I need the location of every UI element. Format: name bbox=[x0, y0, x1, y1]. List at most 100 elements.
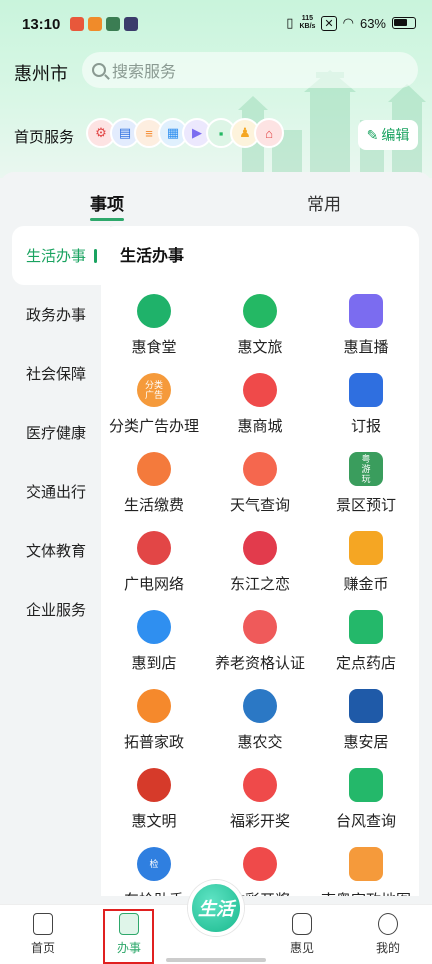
nav-home[interactable]: 首页 bbox=[13, 913, 73, 956]
edit-label: 编辑 bbox=[381, 127, 410, 143]
live-play-icon bbox=[346, 292, 386, 329]
search-input[interactable]: 搜索服务 bbox=[82, 52, 418, 88]
sports-lottery-icon-shape bbox=[243, 846, 277, 881]
home-indicator[interactable] bbox=[166, 958, 266, 962]
car-inspection-icon: 检 bbox=[134, 845, 174, 882]
scenic-booking-icon-shape: 粤 游 玩 bbox=[349, 451, 383, 486]
smile-face-icon bbox=[378, 913, 398, 935]
service-label: 赚金币 bbox=[343, 576, 389, 593]
service-item[interactable]: 惠直播 bbox=[313, 292, 419, 357]
service-item[interactable]: 生活缴费 bbox=[101, 450, 207, 515]
service-label: 惠文明 bbox=[131, 813, 177, 830]
typhoon-icon-shape bbox=[349, 767, 383, 802]
civilization-badge-icon bbox=[134, 766, 174, 803]
service-item[interactable]: 南粤家政地图 bbox=[313, 845, 419, 896]
pharmacy-icon-shape bbox=[349, 609, 383, 644]
service-item[interactable]: 惠文明 bbox=[101, 766, 207, 831]
live-play-icon-shape bbox=[349, 293, 383, 328]
tab-items[interactable]: 事项 bbox=[90, 190, 124, 221]
sidebar-item-health[interactable]: 医疗健康 bbox=[0, 403, 110, 462]
nav-label: 首页 bbox=[30, 941, 55, 955]
nav-life-center-button[interactable]: 生活 bbox=[188, 880, 244, 936]
service-item[interactable]: 惠农交 bbox=[207, 687, 313, 752]
newspaper-icon bbox=[346, 371, 386, 408]
service-item[interactable]: 定点药店 bbox=[313, 608, 419, 673]
services-panel: 生活办事 惠食堂 惠文旅 惠直播 分类 广告 分类广告办理 惠商城 订报 生活缴费 天气查询粤 … bbox=[101, 226, 419, 896]
weather-icon-shape bbox=[243, 451, 277, 486]
battery-percent: 63% bbox=[359, 15, 386, 31]
sidebar-item-enterprise[interactable]: 企业服务 bbox=[0, 580, 110, 639]
service-item[interactable]: 惠到店 bbox=[101, 608, 207, 673]
status-right: ▯ 115 KB/s ✕ ◠ 63% bbox=[286, 15, 416, 31]
city-selector[interactable]: 惠州市 bbox=[14, 60, 68, 86]
service-item[interactable]: 养老资格认证 bbox=[207, 608, 313, 673]
classified-ads-icon: 分类 广告 bbox=[134, 371, 174, 408]
service-item[interactable]: 赚金币 bbox=[313, 529, 419, 594]
service-item[interactable]: 粤 游 玩景区预订 bbox=[313, 450, 419, 515]
service-item[interactable]: 分类 广告分类广告办理 bbox=[101, 371, 207, 436]
housekeeping-icon-shape bbox=[137, 688, 171, 723]
tab-common[interactable]: 常用 bbox=[307, 190, 341, 215]
pharmacy-icon bbox=[346, 608, 386, 645]
sidebar-item-social-security[interactable]: 社会保障 bbox=[0, 344, 110, 403]
service-item[interactable]: 台风查询 bbox=[313, 766, 419, 831]
service-item[interactable]: 拓普家政 bbox=[101, 687, 207, 752]
home-services-icons[interactable]: ⚙ ▤ ≡ ▦ ▶ ▪ ♟ ⌂ bbox=[86, 118, 284, 148]
sidebar-item-label: 生活办事 bbox=[26, 248, 87, 265]
heart-logo-icon bbox=[240, 529, 280, 566]
service-item[interactable]: 检车检助手 bbox=[101, 845, 207, 896]
car-inspection-icon-shape: 检 bbox=[137, 846, 171, 881]
service-item[interactable]: 惠商城 bbox=[207, 371, 313, 436]
nav-huijian[interactable]: 惠见 bbox=[272, 913, 332, 956]
store-building-icon-shape bbox=[137, 609, 171, 644]
service-label: 惠农交 bbox=[237, 734, 283, 751]
store-building-icon bbox=[134, 608, 174, 645]
sidebar-item-culture-education[interactable]: 文体教育 bbox=[0, 521, 110, 580]
nav-mine[interactable]: 我的 bbox=[358, 913, 418, 956]
shopping-cart-icon-shape bbox=[243, 372, 277, 407]
agri-trade-icon-shape bbox=[243, 688, 277, 723]
chat-bubble-icon bbox=[240, 292, 280, 329]
service-item[interactable]: 广电网络 bbox=[101, 529, 207, 594]
weather-icon bbox=[240, 450, 280, 487]
sidebar-item-government[interactable]: 政务办事 bbox=[0, 285, 110, 344]
service-item[interactable]: 天气查询 bbox=[207, 450, 313, 515]
broadcast-icon-shape bbox=[137, 530, 171, 565]
service-item[interactable]: 惠食堂 bbox=[101, 292, 207, 357]
net-speed: 115 KB/s bbox=[299, 15, 316, 30]
edit-button[interactable]: ✎ 编辑 bbox=[358, 120, 418, 150]
service-item[interactable]: 惠安居 bbox=[313, 687, 419, 752]
wifi-icon: ◠ bbox=[342, 15, 354, 30]
service-label: 定点药店 bbox=[335, 655, 396, 672]
sidebar-item-life[interactable]: 生活办事 bbox=[12, 226, 110, 285]
service-label: 惠文旅 bbox=[237, 339, 283, 356]
service-label: 东江之恋 bbox=[229, 576, 290, 593]
notification-app-icon bbox=[70, 17, 84, 31]
sidebar-item-transport[interactable]: 交通出行 bbox=[0, 462, 110, 521]
search-icon bbox=[92, 63, 106, 77]
scenic-booking-icon: 粤 游 玩 bbox=[346, 450, 386, 487]
service-label: 生活缴费 bbox=[123, 497, 184, 514]
services-grid: 惠食堂惠文旅 惠直播分类 广告分类广告办理 惠商城 订报生活缴费 天气查询 粤 游 玩景区… bbox=[101, 292, 419, 896]
service-label: 广电网络 bbox=[123, 576, 184, 593]
service-item[interactable]: 福彩开奖 bbox=[207, 766, 313, 831]
housekeeping-icon bbox=[134, 687, 174, 724]
nav-label: 我的 bbox=[375, 941, 400, 955]
notification-app-icon bbox=[106, 17, 120, 31]
map-pin-icon bbox=[346, 845, 386, 882]
dining-bell-icon-shape bbox=[137, 293, 171, 328]
service-label: 分类广告办理 bbox=[108, 418, 199, 435]
service-label: 台风查询 bbox=[335, 813, 396, 830]
service-label: 福彩开奖 bbox=[229, 813, 290, 830]
mini-service-icon: ⌂ bbox=[254, 118, 284, 148]
status-time: 13:10 bbox=[22, 16, 61, 33]
status-bar: 13:10 ▯ 115 KB/s ✕ ◠ 63% bbox=[0, 0, 432, 48]
tabs-container bbox=[0, 172, 432, 232]
service-item[interactable]: 东江之恋 bbox=[207, 529, 313, 594]
service-item[interactable]: 订报 bbox=[313, 371, 419, 436]
service-item[interactable]: 惠文旅 bbox=[207, 292, 313, 357]
broadcast-icon bbox=[134, 529, 174, 566]
newspaper-icon-shape bbox=[349, 372, 383, 407]
service-label: 惠到店 bbox=[131, 655, 177, 672]
service-label: 天气查询 bbox=[229, 497, 290, 514]
